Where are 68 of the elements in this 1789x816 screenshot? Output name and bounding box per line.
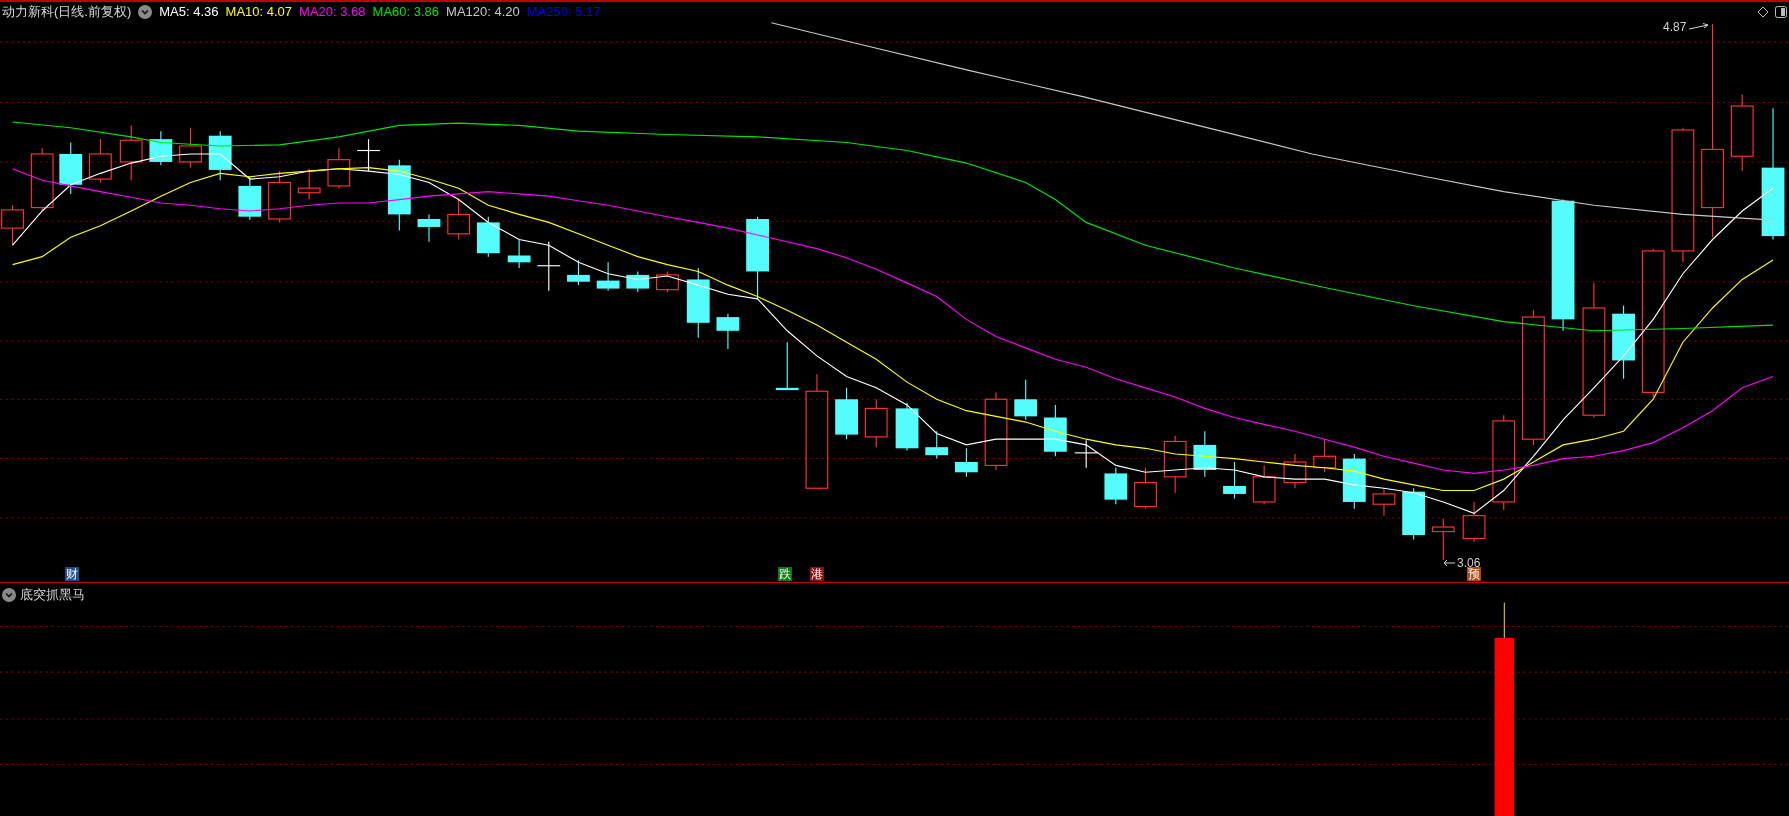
candlestick — [536, 241, 561, 292]
panel-toggle-icon[interactable] — [1775, 6, 1787, 18]
candlestick — [179, 127, 202, 169]
candlestick — [59, 141, 83, 195]
candlestick — [268, 170, 291, 223]
event-marker[interactable]: 财 — [65, 567, 79, 581]
indicator-value: MA5: 4.36 — [159, 3, 219, 21]
candlestick — [864, 398, 888, 448]
candlestick — [89, 138, 112, 184]
signal-line — [1503, 601, 1505, 640]
candlestick — [1014, 379, 1038, 421]
candlestick — [417, 213, 441, 243]
candlestick — [835, 387, 858, 440]
candlestick — [596, 261, 620, 292]
candlestick — [1462, 501, 1486, 543]
candlestick — [297, 168, 321, 201]
candlestick — [1223, 461, 1246, 500]
price-label: 3.06 — [1457, 556, 1481, 570]
candlestick — [327, 147, 351, 189]
candlestick — [208, 130, 232, 181]
candlestick — [387, 159, 411, 231]
candlestick — [30, 147, 54, 212]
arrow-icon — [1688, 23, 1711, 31]
candlestick — [1283, 453, 1307, 489]
candlestick — [119, 124, 143, 181]
candlestick — [1, 204, 24, 246]
candlestick — [476, 216, 500, 258]
dropdown-icon[interactable] — [2, 588, 16, 602]
candlestick — [925, 430, 949, 460]
candlestick — [1342, 453, 1366, 510]
candlestick — [895, 402, 919, 452]
candlestick — [1043, 404, 1067, 457]
candlestick — [1074, 439, 1099, 469]
candlestick — [1252, 464, 1276, 505]
diamond-icon[interactable] — [1757, 6, 1769, 18]
candlestick — [447, 199, 471, 241]
candlestick — [1163, 435, 1187, 494]
candlestick — [356, 138, 381, 172]
candlestick — [1313, 438, 1337, 473]
candlestick — [775, 341, 799, 391]
event-marker[interactable]: 预 — [1467, 567, 1481, 581]
candlestick — [1431, 518, 1455, 561]
event-marker[interactable]: 跌 — [778, 567, 792, 581]
candlestick — [1372, 487, 1396, 517]
price-label: 4.87 — [1663, 20, 1687, 34]
indicator-value: MA250: 5.17 — [526, 3, 601, 21]
candlestick — [954, 447, 978, 478]
candlestick — [1134, 467, 1157, 510]
candlestick — [656, 270, 679, 293]
candlestick — [567, 259, 590, 286]
indicator-value: MA120: 4.20 — [446, 3, 520, 21]
indicator-value: MA10: 4.07 — [225, 3, 293, 21]
candlestick — [626, 270, 650, 293]
candlestick — [686, 267, 710, 339]
candlestick — [1104, 467, 1128, 505]
stock-title: 动力新科(日线.前复权) — [2, 3, 132, 21]
candlestick — [238, 176, 262, 221]
indicator-value: MA20: 3.68 — [299, 3, 366, 21]
candlestick — [507, 238, 531, 269]
candlestick — [149, 130, 173, 166]
candlestick — [716, 313, 740, 350]
dropdown-icon[interactable] — [138, 5, 153, 19]
indicator-value: MA60: 3.86 — [372, 3, 440, 21]
candlestick — [1402, 487, 1426, 541]
event-marker[interactable]: 港 — [810, 567, 824, 581]
arrow-icon — [1443, 559, 1455, 567]
candlestick — [1193, 430, 1217, 478]
indicator-title: 底突抓黑马 — [20, 586, 85, 604]
